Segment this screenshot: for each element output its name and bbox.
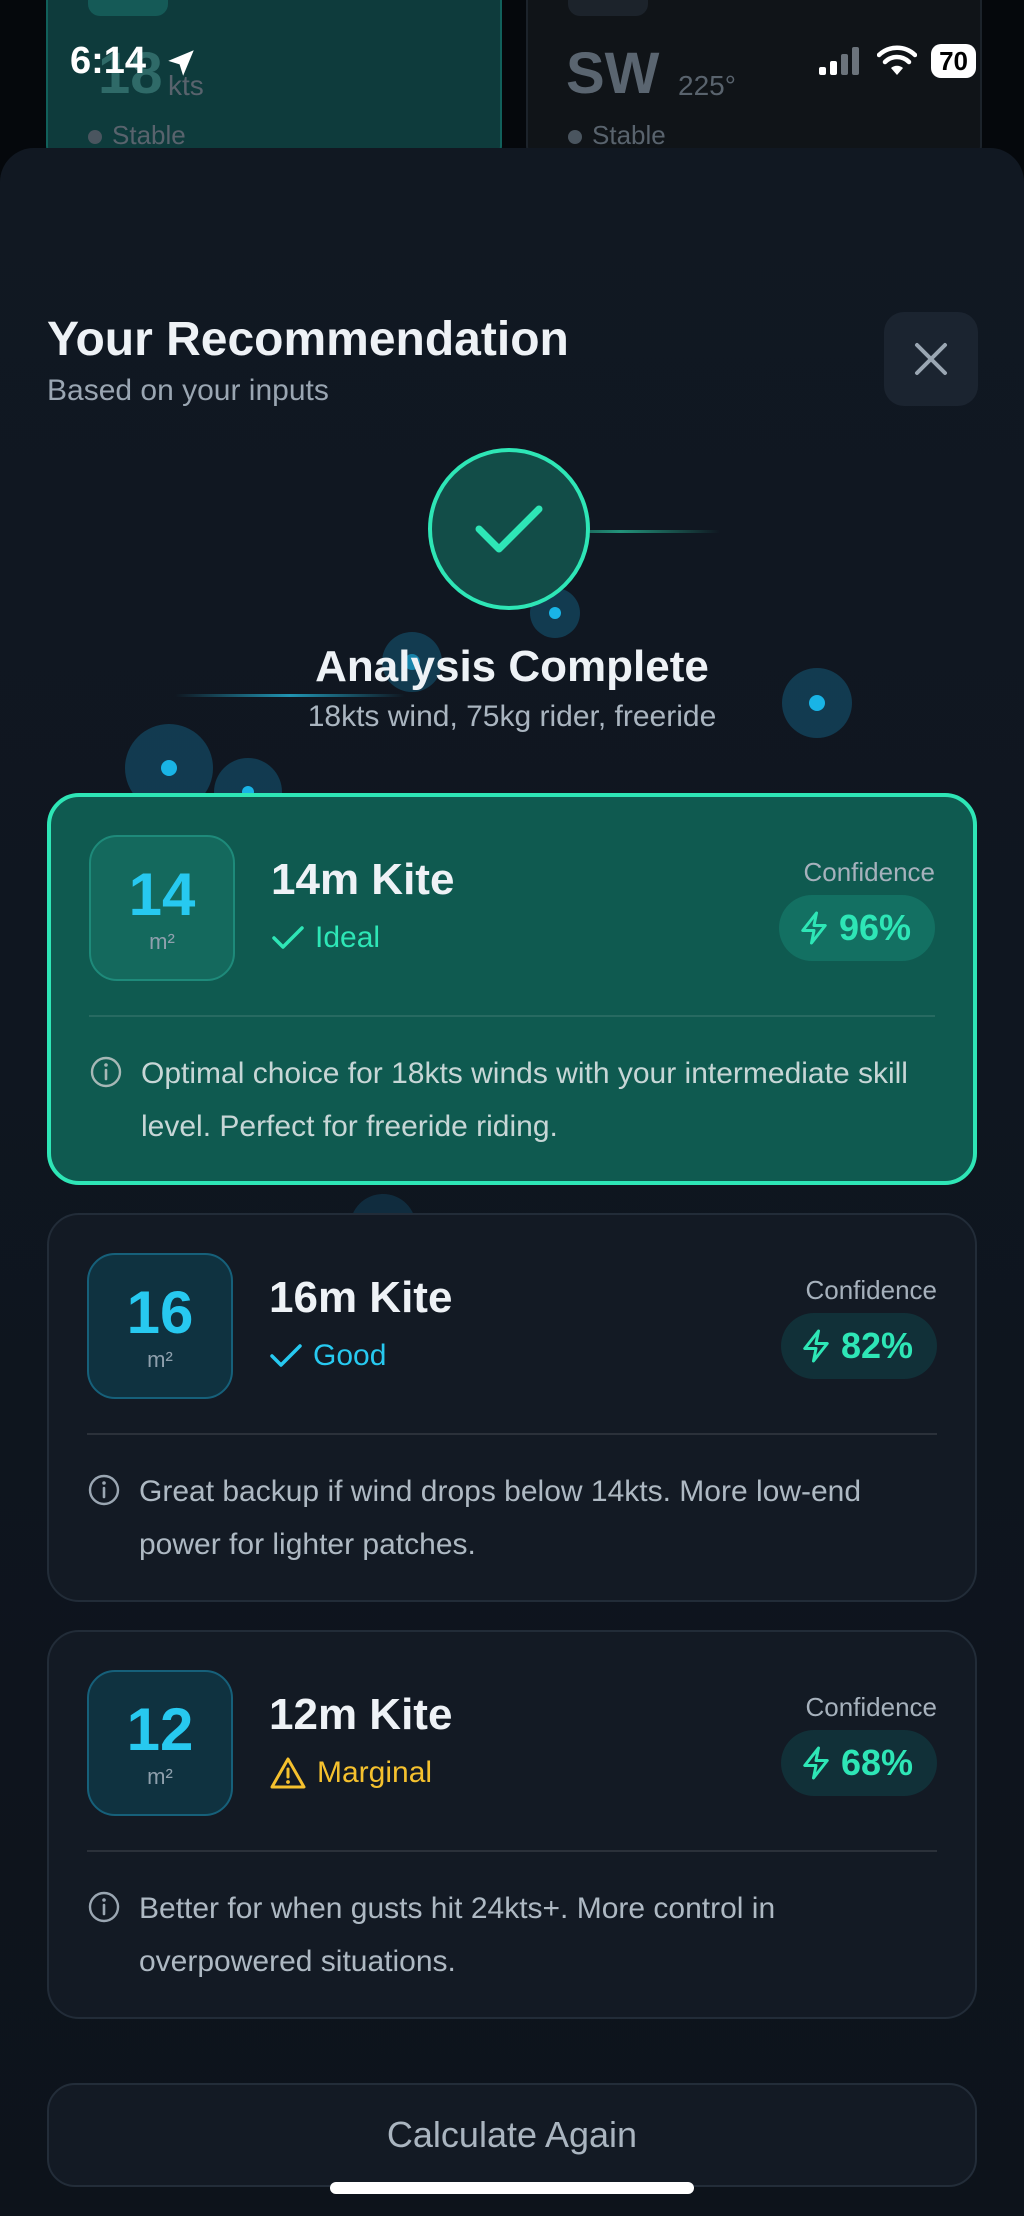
page-subtitle: Based on your inputs (47, 374, 329, 407)
kite-size-unit: m² (149, 929, 175, 954)
close-button[interactable] (884, 312, 978, 406)
check-icon (475, 505, 543, 553)
kite-name: 16m Kite (269, 1273, 453, 1322)
kite-size: 16 (126, 1279, 194, 1346)
status-time: 6:14 (70, 40, 147, 82)
recommendation-card-12m[interactable]: 12 m² 12m Kite Marginal Confidence 68% B… (47, 1630, 977, 2019)
confidence-badge: 68% (780, 1730, 937, 1796)
divider (89, 1015, 935, 1017)
kite-rating-label: Marginal (317, 1756, 433, 1789)
decorative-streak (175, 694, 405, 697)
kite-size-box: 14 m² (89, 835, 235, 981)
confidence-label: Confidence (805, 1692, 937, 1722)
recommendation-note: Great backup if wind drops below 14kts. … (87, 1465, 915, 1571)
divider (87, 1433, 937, 1435)
location-arrow-icon (168, 50, 194, 76)
info-icon (90, 1056, 122, 1088)
info-icon (88, 1891, 120, 1923)
info-icon (88, 1474, 120, 1506)
recommendation-note: Optimal choice for 18kts winds with your… (89, 1047, 913, 1153)
kite-rating: Marginal (269, 1756, 432, 1790)
lightning-icon (803, 1329, 829, 1363)
warning-icon (270, 1757, 306, 1789)
confidence-value: 82% (840, 1325, 913, 1366)
close-icon (915, 343, 947, 375)
kite-rating: Good (269, 1339, 386, 1373)
wind-direction-value: SW (566, 41, 660, 106)
kite-rating-label: Good (313, 1339, 387, 1372)
recommendation-card-14m[interactable]: 14 m² 14m Kite Ideal Confidence 96% Opti… (47, 793, 977, 1185)
wind-direction-degrees: 225° (678, 70, 736, 101)
confidence-label: Confidence (803, 857, 935, 887)
home-indicator[interactable] (330, 2182, 694, 2194)
card-tab (88, 0, 168, 16)
divider (87, 1850, 937, 1852)
confidence-value: 68% (840, 1742, 913, 1783)
wind-direction-status: Stable (592, 120, 666, 150)
analysis-complete-badge (428, 448, 590, 610)
kite-size: 14 (128, 861, 196, 928)
kite-size-unit: m² (147, 1764, 173, 1789)
signal-icon (819, 47, 860, 75)
recommendation-card-16m[interactable]: 16 m² 16m Kite Good Confidence 82% Great… (47, 1213, 977, 1602)
recommendation-note-text: Great backup if wind drops below 14kts. … (139, 1475, 862, 1561)
calculate-again-button[interactable]: Calculate Again (47, 2083, 977, 2187)
kite-size-box: 16 m² (87, 1253, 233, 1399)
kite-name: 14m Kite (271, 855, 455, 904)
analysis-summary: 18kts wind, 75kg rider, freeride (307, 700, 717, 733)
kite-name: 12m Kite (269, 1690, 453, 1739)
check-icon (272, 926, 304, 949)
kite-rating-label: Ideal (315, 921, 381, 954)
recommendation-note-text: Optimal choice for 18kts winds with your… (141, 1057, 908, 1143)
lightning-icon (801, 911, 827, 945)
confidence-value: 96% (838, 907, 911, 948)
kite-size-unit: m² (147, 1347, 173, 1372)
confidence-label: Confidence (805, 1275, 937, 1305)
recommendation-note-text: Better for when gusts hit 24kts+. More c… (139, 1892, 776, 1978)
lightning-icon (803, 1746, 829, 1780)
wind-speed-status: Stable (112, 120, 186, 150)
confidence-badge: 82% (780, 1313, 937, 1379)
card-tab (568, 0, 648, 16)
kite-rating: Ideal (271, 921, 380, 955)
status-dot (88, 130, 102, 144)
kite-size-box: 12 m² (87, 1670, 233, 1816)
battery-icon: 70 (931, 44, 976, 78)
page-title: Your Recommendation (47, 313, 569, 366)
analysis-title: Analysis Complete (315, 642, 709, 691)
status-dot (568, 130, 582, 144)
check-icon (270, 1344, 302, 1367)
recommendation-note: Better for when gusts hit 24kts+. More c… (87, 1882, 915, 1988)
wind-direction-card-background: SW 225° Stable (526, 0, 982, 162)
status-icons: 70 (817, 44, 976, 78)
confidence-badge: 96% (778, 895, 935, 961)
kite-size: 12 (126, 1696, 194, 1763)
wifi-icon (877, 45, 918, 75)
